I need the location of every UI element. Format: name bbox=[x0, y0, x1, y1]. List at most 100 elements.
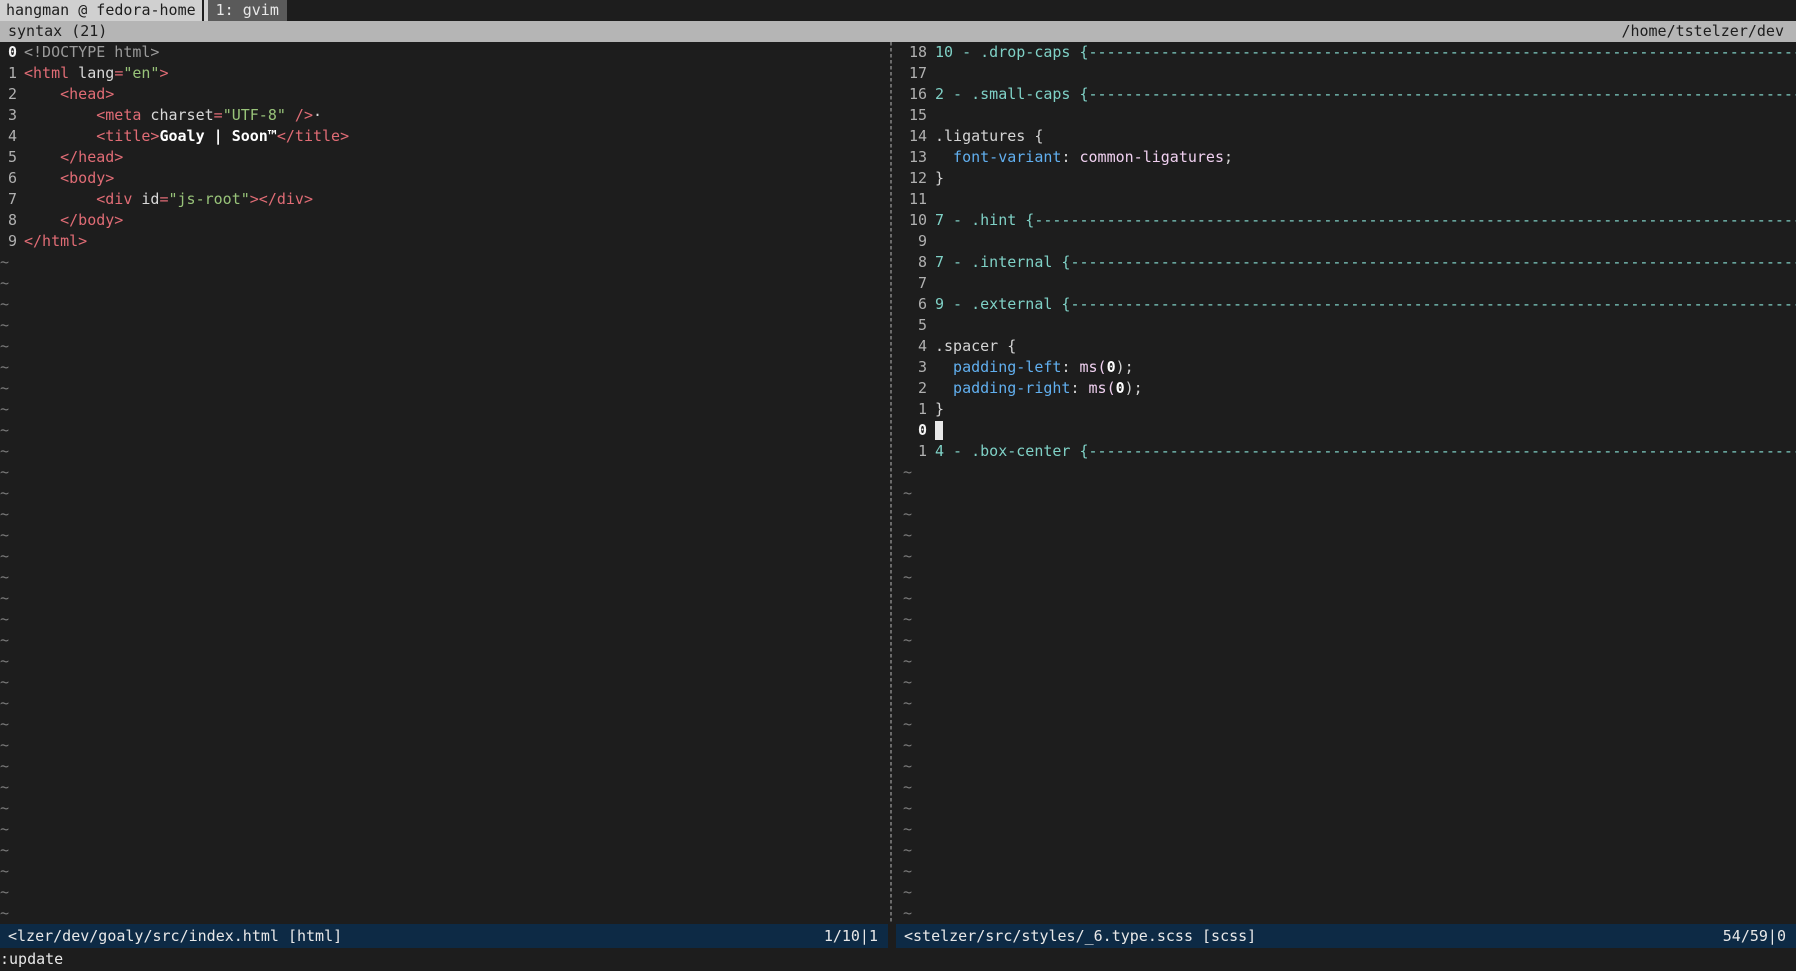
code-line[interactable]: 15 bbox=[903, 105, 1796, 126]
line-number: 11 bbox=[908, 190, 927, 208]
fold-label: 7 - .hint { bbox=[935, 211, 1035, 229]
css-colon: : bbox=[1061, 358, 1080, 376]
line-number: 8 bbox=[917, 253, 927, 271]
code-line[interactable]: 14 .ligatures { bbox=[903, 126, 1796, 147]
code-token: </title> bbox=[276, 127, 350, 145]
code-line[interactable]: 5 </head> bbox=[0, 147, 888, 168]
code-token: = bbox=[213, 106, 223, 124]
code-line[interactable]: 2 padding-right: ms(0); bbox=[903, 378, 1796, 399]
code-line[interactable]: 0 bbox=[903, 420, 1796, 441]
code-line[interactable]: 1 <html lang="en"> bbox=[0, 63, 888, 84]
right-editor-pane[interactable]: 18 10 - .drop-caps {---------------------… bbox=[903, 42, 1796, 924]
vim-tabline: syntax (21) /home/tstelzer/dev bbox=[0, 21, 1796, 42]
empty-line-marker: ~ bbox=[903, 652, 913, 670]
fold-label: 9 - .external { bbox=[935, 295, 1071, 313]
code-text: </html> bbox=[24, 232, 88, 250]
fold-label: 7 - .internal { bbox=[935, 253, 1071, 271]
empty-line-marker: ~ bbox=[903, 757, 913, 775]
code-line[interactable]: 0 <!DOCTYPE html> bbox=[0, 42, 888, 63]
vim-command-line[interactable]: :update bbox=[0, 948, 1796, 971]
fold-filler: ----------------------------------------… bbox=[1034, 211, 1796, 229]
code-line[interactable]: 5 bbox=[903, 315, 1796, 336]
empty-line-marker: ~ bbox=[0, 484, 10, 502]
css-declaration: padding-right: ms(0); bbox=[935, 378, 1143, 399]
css-arg: 0 bbox=[1115, 379, 1125, 397]
empty-line-marker: ~ bbox=[0, 358, 10, 376]
css-end: ); bbox=[1115, 358, 1134, 376]
empty-line-marker: ~ bbox=[903, 736, 913, 754]
code-line[interactable]: 9 </html> bbox=[0, 231, 888, 252]
css-property: padding-left bbox=[935, 358, 1062, 376]
code-token: "en" bbox=[123, 64, 160, 82]
tmux-window-tab[interactable]: 1: gvim bbox=[207, 0, 287, 21]
code-token: <title> bbox=[24, 127, 160, 145]
empty-line-marker: ~ bbox=[903, 799, 913, 817]
code-line[interactable]: 3 <meta charset="UTF-8" />· bbox=[0, 105, 888, 126]
code-line[interactable]: 3 padding-left: ms(0); bbox=[903, 357, 1796, 378]
tmux-session-label: hangman @ fedora-home bbox=[0, 0, 202, 21]
code-line[interactable]: 6 <body> bbox=[0, 168, 888, 189]
line-number: 0 bbox=[8, 43, 18, 61]
code-text: <body> bbox=[24, 169, 115, 187]
line-number: 2 bbox=[917, 379, 927, 397]
fold-line[interactable]: 8 7 - .internal {------------------------… bbox=[903, 252, 1796, 273]
code-text: } bbox=[935, 400, 945, 418]
fold-text: 7 - .hint {-----------------------------… bbox=[935, 210, 1796, 231]
left-status-filename: <lzer/dev/goaly/src/index.html [html] bbox=[8, 927, 343, 945]
code-line[interactable]: 4 .spacer { bbox=[903, 336, 1796, 357]
fold-text: 9 - .external {-------------------------… bbox=[935, 294, 1796, 315]
code-line[interactable]: 1} bbox=[903, 399, 1796, 420]
empty-buffer-lines: ~ ~ ~ ~ ~ ~ ~ ~ ~ ~ ~ ~ ~ ~ ~ ~ ~ ~ ~ ~ ~ ~ ~ ~ ~ ~ ~ ~ ~ ~ ~ ~ bbox=[0, 252, 888, 924]
empty-line-marker: ~ bbox=[903, 778, 913, 796]
empty-line-marker: ~ bbox=[0, 820, 10, 838]
empty-line-marker: ~ bbox=[0, 841, 10, 859]
code-line[interactable]: 17 bbox=[903, 63, 1796, 84]
empty-line-marker: ~ bbox=[0, 799, 10, 817]
code-token: > bbox=[159, 64, 169, 82]
fold-line[interactable]: 10 7 - .hint {---------------------------… bbox=[903, 210, 1796, 231]
empty-line-marker: ~ bbox=[0, 337, 10, 355]
empty-line-marker: ~ bbox=[903, 841, 913, 859]
code-line[interactable]: 9 bbox=[903, 231, 1796, 252]
code-line[interactable]: 7 <div id="js-root"></div> bbox=[0, 189, 888, 210]
fold-line[interactable]: 6 9 - .external {------------------------… bbox=[903, 294, 1796, 315]
line-number: 1 bbox=[8, 64, 18, 82]
code-line[interactable]: 12} bbox=[903, 168, 1796, 189]
empty-line-marker: ~ bbox=[903, 631, 913, 649]
code-token: "UTF-8" bbox=[222, 106, 286, 124]
empty-line-marker: ~ bbox=[0, 253, 10, 271]
right-status-line: <stelzer/src/styles/_6.type.scss [scss] … bbox=[896, 924, 1796, 948]
code-line[interactable]: 13 font-variant: common-ligatures; bbox=[903, 147, 1796, 168]
empty-line-marker: ~ bbox=[903, 589, 913, 607]
code-token: <meta bbox=[24, 106, 142, 124]
empty-line-marker: ~ bbox=[903, 904, 913, 922]
code-token: = bbox=[159, 190, 169, 208]
line-number: 1 bbox=[917, 442, 927, 460]
empty-line-marker: ~ bbox=[0, 505, 10, 523]
code-line[interactable]: 7 bbox=[903, 273, 1796, 294]
code-line[interactable]: 11 bbox=[903, 189, 1796, 210]
cursor-line bbox=[935, 420, 943, 441]
code-line[interactable]: 4 <title>Goaly | Soon™</title> bbox=[0, 126, 888, 147]
fold-line[interactable]: 16 2 - .small-caps {---------------------… bbox=[903, 84, 1796, 105]
line-number: 7 bbox=[8, 190, 18, 208]
vertical-split-divider[interactable] bbox=[890, 42, 892, 924]
empty-line-marker: ~ bbox=[0, 610, 10, 628]
line-number: 6 bbox=[917, 295, 927, 313]
fold-line[interactable]: 18 10 - .drop-caps {---------------------… bbox=[903, 42, 1796, 63]
line-number: 10 bbox=[908, 211, 927, 229]
code-line[interactable]: 8 </body> bbox=[0, 210, 888, 231]
fold-line[interactable]: 1 4 - .box-center {----------------------… bbox=[903, 441, 1796, 462]
line-number: 3 bbox=[917, 358, 927, 376]
code-line[interactable]: 2 <head> bbox=[0, 84, 888, 105]
empty-line-marker: ~ bbox=[0, 631, 10, 649]
tmux-status-bar: hangman @ fedora-home 1: gvim bbox=[0, 0, 1796, 21]
empty-line-marker: ~ bbox=[0, 883, 10, 901]
fold-label: 4 - .box-center { bbox=[935, 442, 1089, 460]
empty-line-marker: ~ bbox=[903, 505, 913, 523]
left-editor-pane[interactable]: 0 <!DOCTYPE html> 1 <html lang="en"> 2 <he… bbox=[0, 42, 888, 924]
fold-text: 4 - .box-center {-----------------------… bbox=[935, 441, 1796, 462]
css-colon: : bbox=[1061, 148, 1080, 166]
empty-line-marker: ~ bbox=[903, 820, 913, 838]
line-number: 3 bbox=[8, 106, 18, 124]
